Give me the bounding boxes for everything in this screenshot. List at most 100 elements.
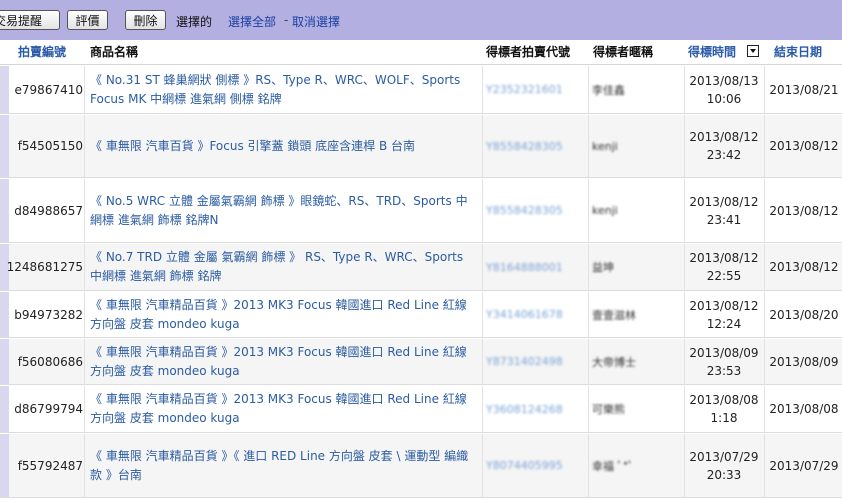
- winning-time-cell: 2013/08/09 23:53: [686, 339, 762, 384]
- end-date-cell: 2013/07/29: [769, 458, 839, 473]
- col-winning-time[interactable]: 得標時間: [688, 40, 736, 65]
- table-row: d84988657 《 No.5 WRC 立體 金屬氣霸網 飾標 》眼鏡蛇、RS、…: [0, 179, 842, 243]
- bidder-nickname: kenji: [592, 139, 618, 153]
- winning-time-cell: 2013/08/12 23:41: [686, 179, 762, 242]
- column-divider: [84, 339, 85, 384]
- column-divider: [482, 386, 483, 432]
- bidder-nickname: 李佳鑫: [592, 83, 625, 97]
- winning-clock: 23:53: [706, 363, 742, 378]
- col-bidder-nickname: 得標者暱稱: [593, 45, 654, 59]
- product-name-link[interactable]: 《 車無限 汽車精品百貨 》2013 MK3 Focus 韓國進口 Red Li…: [90, 386, 478, 432]
- product-name-link[interactable]: 《 車無限 汽車百貨 》Focus 引擎蓋 鎖頭 底座含連桿 B 台南: [90, 115, 478, 177]
- row-selection-stripe: [0, 339, 9, 384]
- bidder-nickname: 幸福 ﾟ*ﾟ: [592, 459, 634, 473]
- winning-time-cell: 2013/08/12 12:24: [686, 292, 762, 337]
- column-divider: [84, 386, 85, 432]
- col-product-name: 商品名稱: [90, 45, 139, 59]
- auction-id-cell: f54505150: [17, 139, 83, 153]
- action-toolbar: 交易提醒 評價 刪除 選擇的 選擇全部 - 取消選擇: [0, 0, 842, 40]
- end-date-cell: 2013/08/09: [769, 354, 839, 369]
- end-date-cell: 2013/08/20: [769, 307, 839, 322]
- bidder-id-link[interactable]: Y8164888001: [486, 244, 586, 290]
- bidder-id-link[interactable]: Y2352321601: [486, 66, 586, 113]
- winning-date: 2013/08/12: [689, 251, 759, 265]
- end-date-cell: 2013/08/12: [769, 203, 839, 218]
- bidder-nickname: kenji: [592, 204, 618, 217]
- deselect-link[interactable]: 取消選擇: [292, 13, 340, 30]
- product-name-link[interactable]: 《 車無限 汽車精品百貨 》2013 MK3 Focus 韓國進口 Red Li…: [90, 339, 478, 384]
- winning-date: 2013/08/12: [689, 130, 759, 144]
- auction-id-cell: b94973282: [14, 307, 83, 322]
- toolbar-separator: -: [284, 13, 289, 27]
- end-date-cell: 2013/08/21: [769, 82, 839, 97]
- winning-date: 2013/08/12: [689, 298, 759, 313]
- column-divider: [482, 434, 483, 497]
- winning-clock: 22:55: [706, 269, 742, 283]
- column-divider: [482, 339, 483, 384]
- col-bidder-id: 得標者拍賣代號: [486, 45, 571, 59]
- column-divider: [764, 339, 765, 384]
- bidder-id-link[interactable]: Y3608124268: [486, 386, 586, 432]
- auction-id-cell: d84988657: [14, 203, 83, 218]
- auction-id-cell: f55792487: [17, 458, 83, 473]
- bidder-id-link[interactable]: Y8731402498: [486, 339, 586, 384]
- bidder-id-link[interactable]: Y8558428305: [486, 179, 586, 242]
- sort-down-icon[interactable]: [747, 45, 759, 57]
- column-divider: [84, 434, 85, 497]
- column-divider: [588, 244, 589, 290]
- column-divider: [764, 115, 765, 177]
- winning-time-cell: 2013/07/29 20:33: [686, 434, 762, 497]
- winning-date: 2013/08/09: [689, 345, 759, 360]
- end-date-cell: 2013/08/08: [769, 402, 839, 416]
- bidder-id-link[interactable]: Y8558428305: [486, 115, 586, 177]
- column-divider: [684, 115, 685, 177]
- column-divider: [764, 244, 765, 290]
- select-all-link[interactable]: 選擇全部: [228, 13, 276, 30]
- end-date-cell: 2013/08/12: [769, 260, 839, 274]
- bidder-id-link[interactable]: Y8074405995: [486, 434, 586, 497]
- row-selection-stripe: [0, 386, 9, 432]
- bidder-id-link[interactable]: Y3414061678: [486, 292, 586, 337]
- product-name-link[interactable]: 《 車無限 汽車精品百貨 》2013 MK3 Focus 韓國進口 Red Li…: [90, 292, 478, 337]
- column-divider: [684, 179, 685, 242]
- winning-date: 2013/07/29: [689, 449, 759, 464]
- column-divider: [482, 292, 483, 337]
- table-row: d86799794 《 車無限 汽車精品百貨 》2013 MK3 Focus 韓國…: [0, 386, 842, 433]
- column-divider: [764, 292, 765, 337]
- bidder-nickname: 可樂熊: [592, 403, 625, 416]
- col-end-date[interactable]: 結束日期: [774, 40, 822, 65]
- product-name-link[interactable]: 《 車無限 汽車精品百貨 》《 進口 RED Line 方向盤 皮套 \ 運動型…: [90, 434, 478, 497]
- auction-id-cell: f56080686: [17, 354, 83, 369]
- column-divider: [764, 434, 765, 497]
- product-name-link[interactable]: 《 No.5 WRC 立體 金屬氣霸網 飾標 》眼鏡蛇、RS、TRD、Sport…: [90, 179, 478, 242]
- col-auction-id[interactable]: 拍賣編號: [18, 40, 66, 65]
- column-divider: [588, 66, 589, 113]
- column-divider: [588, 179, 589, 242]
- trade-reminder-button[interactable]: 交易提醒: [0, 10, 60, 30]
- column-divider: [482, 179, 483, 242]
- row-selection-stripe: [0, 115, 9, 177]
- column-divider: [588, 339, 589, 384]
- end-date-cell: 2013/08/12: [769, 139, 839, 153]
- table-row: f55792487 《 車無限 汽車精品百貨 》《 進口 RED Line 方向盤…: [0, 434, 842, 498]
- column-divider: [84, 66, 85, 113]
- product-name-link[interactable]: 《 No.31 ST 蜂巢網狀 側標 》RS、Type R、WRC、WOLF、S…: [90, 66, 478, 113]
- table-row: e79867410 《 No.31 ST 蜂巢網狀 側標 》RS、Type R、W…: [0, 66, 842, 114]
- winning-date: 2013/08/08: [689, 393, 759, 407]
- winning-time-cell: 2013/08/12 22:55: [686, 244, 762, 290]
- column-divider: [84, 244, 85, 290]
- column-divider: [684, 434, 685, 497]
- auction-id-cell: d86799794: [14, 402, 83, 416]
- row-selection-stripe: [0, 66, 9, 113]
- winning-clock: 1:18: [710, 411, 738, 425]
- column-divider: [588, 292, 589, 337]
- winning-clock: 20:33: [706, 467, 742, 482]
- column-divider: [588, 434, 589, 497]
- rating-button[interactable]: 評價: [67, 10, 108, 30]
- column-divider: [84, 292, 85, 337]
- winning-clock: 23:42: [706, 148, 742, 162]
- delete-button[interactable]: 刪除: [125, 10, 166, 30]
- column-divider: [684, 66, 685, 113]
- table-row: f56080686 《 車無限 汽車精品百貨 》2013 MK3 Focus 韓國…: [0, 339, 842, 385]
- product-name-link[interactable]: 《 No.7 TRD 立體 金屬 氣霸網 飾標 》 RS、Type R、WRC、…: [90, 244, 478, 290]
